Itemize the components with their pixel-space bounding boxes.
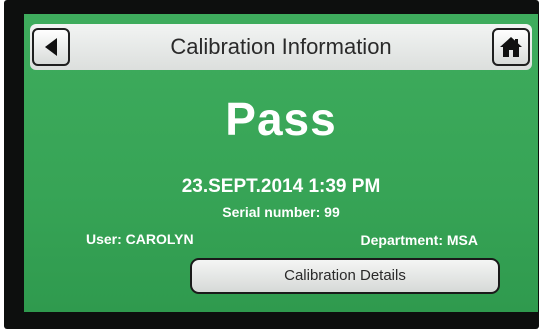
home-icon: [500, 37, 522, 57]
back-button[interactable]: [32, 28, 70, 66]
home-button[interactable]: [492, 28, 530, 66]
device-bezel: Calibration Information Pass 23.SEPT.201…: [4, 0, 539, 329]
calibration-datetime: 23.SEPT.2014 1:39 PM: [181, 176, 381, 197]
user-label: User: CAROLYN: [86, 231, 194, 247]
department-label: Department: MSA: [360, 232, 478, 248]
calibration-status: Pass: [225, 93, 337, 145]
calibration-details-button[interactable]: Calibration Details: [190, 258, 500, 294]
touch-screen: Calibration Information Pass 23.SEPT.201…: [24, 14, 538, 312]
serial-number: Serial number: 99: [222, 204, 340, 220]
page-title: Calibration Information: [170, 34, 392, 59]
back-arrow-icon: [45, 38, 57, 56]
title-bar: Calibration Information: [30, 24, 532, 70]
